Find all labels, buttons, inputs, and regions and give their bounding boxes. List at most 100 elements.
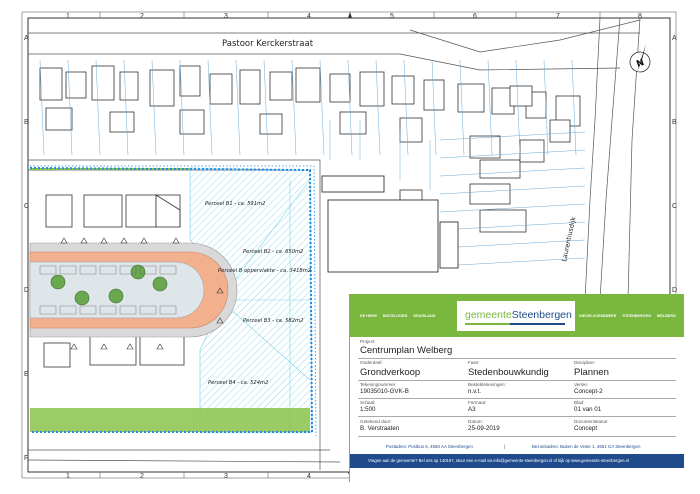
grid-row-label: A xyxy=(672,35,677,42)
grid-col-label: 2 xyxy=(140,13,144,20)
grid-col-label: 4 xyxy=(307,473,311,480)
postal-address: Postadres: Postbus 6, 4650 AA Steenberge… xyxy=(386,444,473,449)
onderdeel-label: Onderdeel: xyxy=(360,360,383,365)
bestek-label: Bestektekeningen: xyxy=(468,382,506,387)
grid-row-label: C xyxy=(24,203,29,210)
versie-value: Concept-2 xyxy=(574,388,603,395)
project-label: Project: xyxy=(360,339,376,344)
street-name-top: Pastoor Kerckerstraat xyxy=(222,39,314,49)
nav-right: NIEUW-VOSSEMEER STEENBERGEN WELBERG xyxy=(579,314,676,318)
tree-icon xyxy=(108,288,124,304)
tree-icon xyxy=(152,276,168,292)
getekend-value: B. Verstraaten xyxy=(360,425,400,432)
fase-value: Stedenbouwkundig xyxy=(468,367,549,378)
grid-col-label: 5 xyxy=(390,13,394,20)
plot-label-b1: Perceel B1 - ca. 591m2 xyxy=(205,201,265,207)
building xyxy=(179,65,201,97)
fase-label: Fase: xyxy=(468,360,480,365)
grid-row-label: C xyxy=(672,203,677,210)
building xyxy=(391,75,415,105)
nav-item[interactable]: DE HEEN xyxy=(360,314,377,318)
grid-row-label: F xyxy=(24,455,28,462)
contact-footer: Vragen aan de gemeente? Bel ons op 14016… xyxy=(350,454,684,468)
nav-item[interactable]: DINTELOORD xyxy=(383,314,408,318)
plot-label-b3: Perceel B3 - ca. 582m2 xyxy=(243,318,303,324)
grid-col-label: 1 xyxy=(66,473,70,480)
logo-part-a: gemeente xyxy=(465,309,512,321)
address-separator: | xyxy=(504,444,506,449)
building xyxy=(209,73,233,105)
grid-col-label: 7 xyxy=(556,13,560,20)
building xyxy=(479,159,521,179)
tree-icon xyxy=(50,274,66,290)
tree-icon xyxy=(74,290,90,306)
plot-label-b2: Perceel B2 - ca. 650m2 xyxy=(243,249,303,255)
grid-col-label: 3 xyxy=(224,13,228,20)
building xyxy=(179,109,205,135)
grid-row-label: B xyxy=(24,119,29,126)
tekening-value: 19035010-GVK-B xyxy=(360,388,409,395)
plot-label-b4: Perceel B4 - ca. 524m2 xyxy=(208,380,268,386)
grid-col-label: 2 xyxy=(140,473,144,480)
title-block-header: DE HEEN DINTELOORD KRUISLAND gemeenteSte… xyxy=(350,294,684,337)
building xyxy=(469,183,511,205)
tekening-label: Tekeningnummer xyxy=(360,382,396,387)
contact-text[interactable]: Vragen aan de gemeente? Bel ons op 14016… xyxy=(368,458,629,463)
building xyxy=(399,117,423,143)
building xyxy=(549,119,571,143)
grid-col-label: 3 xyxy=(224,473,228,480)
nav-item[interactable]: NIEUW-VOSSEMEER xyxy=(579,314,616,318)
schaal-label: Schaal: xyxy=(360,400,376,405)
nav-item[interactable]: KRUISLAND xyxy=(413,314,435,318)
grid-row-label: D xyxy=(24,287,29,294)
grid-row-label: A xyxy=(24,35,29,42)
green-strip xyxy=(30,408,310,432)
building xyxy=(259,113,283,135)
discipline-label: Discipline: xyxy=(574,360,595,365)
plot-label-b: Perceel B oppervlakte - ca. 3418m2 xyxy=(218,268,311,274)
grid-row-label: D xyxy=(672,287,677,294)
status-value: Concept xyxy=(574,425,598,432)
nav-item[interactable]: STEENBERGEN xyxy=(622,314,650,318)
building xyxy=(509,85,533,107)
building xyxy=(295,67,321,103)
visit-address: Bezoekadres: Buiten de Veste 1, 4651 GA … xyxy=(532,444,641,449)
building xyxy=(239,69,261,105)
discipline-value: Plannen xyxy=(574,367,609,378)
getekend-label: Getekend door: xyxy=(360,419,392,424)
project-name: Centrumplan Welberg xyxy=(360,345,453,356)
building xyxy=(329,73,351,103)
building xyxy=(519,139,545,163)
grid-row-label: B xyxy=(672,119,677,126)
building xyxy=(119,71,139,101)
grid-row-label: E xyxy=(24,371,29,378)
grid-col-label: 1 xyxy=(66,13,70,20)
building xyxy=(339,111,367,135)
formaat-label: Formaat: xyxy=(468,400,487,405)
logo-part-b: Steenbergen xyxy=(511,309,572,321)
datum-value: 25-09-2019 xyxy=(468,425,500,432)
grid-col-label: 4 xyxy=(307,13,311,20)
logo: gemeenteSteenbergen xyxy=(457,301,575,331)
nav-item[interactable]: WELBERG xyxy=(657,314,676,318)
blad-label: Blad: xyxy=(574,400,585,405)
tree-icon xyxy=(130,264,146,280)
formaat-value: A3 xyxy=(468,406,476,413)
north-arrow-icon: N xyxy=(629,44,651,73)
building xyxy=(91,65,115,101)
versie-label: Versie: xyxy=(574,382,589,387)
building xyxy=(479,209,527,233)
nav-left: DE HEEN DINTELOORD KRUISLAND xyxy=(360,314,436,318)
schaal-value: 1:500 xyxy=(360,406,376,413)
status-label: Documentstatus: xyxy=(574,419,609,424)
building xyxy=(359,71,385,107)
blad-value: 01 van 01 xyxy=(574,406,602,413)
building-large xyxy=(327,199,439,273)
datum-label: Datum: xyxy=(468,419,483,424)
onderdeel-value: Grondverkoop xyxy=(360,367,421,378)
building xyxy=(45,107,73,131)
building xyxy=(39,67,63,101)
address-bar: Postadres: Postbus 6, 4650 AA Steenberge… xyxy=(350,442,684,454)
title-block: DE HEEN DINTELOORD KRUISLAND gemeenteSte… xyxy=(349,294,684,482)
street-name-right: Laurentiusdijk xyxy=(560,216,577,263)
